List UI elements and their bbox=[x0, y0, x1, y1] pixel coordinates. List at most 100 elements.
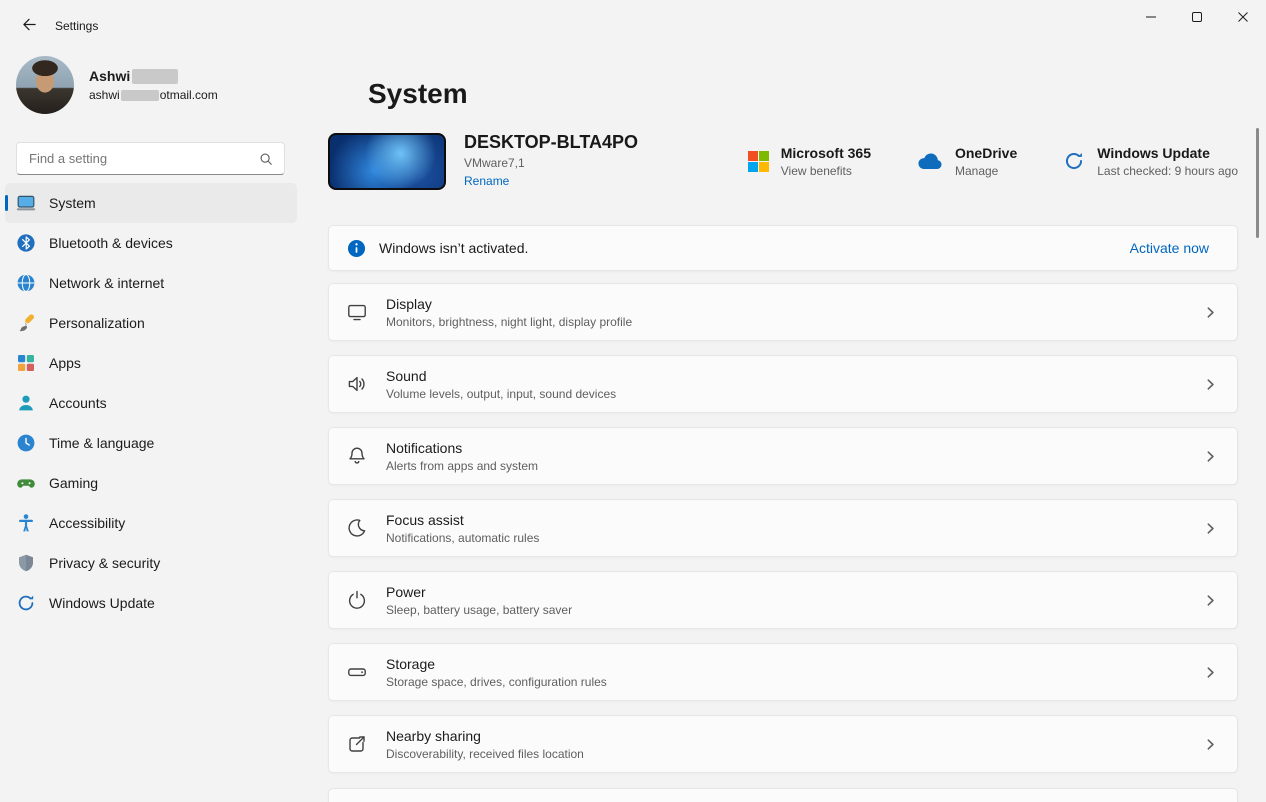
settings-row-notifications[interactable]: Notifications Alerts from apps and syste… bbox=[328, 427, 1238, 485]
chevron-right-icon bbox=[1204, 306, 1217, 319]
quick-link-windows-update[interactable]: Windows Update Last checked: 9 hours ago bbox=[1063, 145, 1238, 178]
info-icon bbox=[347, 239, 366, 258]
row-title: Storage bbox=[386, 655, 436, 672]
sidebar-item-label: Bluetooth & devices bbox=[49, 235, 173, 251]
system-icon bbox=[16, 193, 36, 213]
shield-icon bbox=[16, 553, 36, 573]
activate-now-link[interactable]: Activate now bbox=[1130, 240, 1209, 256]
sidebar-item-windows-update[interactable]: Windows Update bbox=[5, 583, 297, 623]
sidebar-item-network-internet[interactable]: Network & internet bbox=[5, 263, 297, 303]
sidebar-item-bluetooth-devices[interactable]: Bluetooth & devices bbox=[5, 223, 297, 263]
globe-icon bbox=[16, 273, 36, 293]
device-info: DESKTOP-BLTA4PO VMware7,1 Rename bbox=[464, 132, 638, 190]
sidebar-item-privacy-security[interactable]: Privacy & security bbox=[5, 543, 297, 583]
page-title: System bbox=[368, 78, 468, 109]
quick-link-title: Windows Update bbox=[1097, 144, 1210, 161]
minimize-button[interactable] bbox=[1128, 0, 1174, 34]
settings-row-storage[interactable]: Storage Storage space, drives, configura… bbox=[328, 643, 1238, 701]
clock-globe-icon bbox=[16, 433, 36, 453]
settings-row-power[interactable]: Power Sleep, battery usage, battery save… bbox=[328, 571, 1238, 629]
search-input[interactable] bbox=[17, 151, 259, 166]
back-button[interactable] bbox=[12, 12, 46, 40]
share-icon bbox=[346, 733, 368, 755]
search-box bbox=[16, 142, 285, 175]
window-title: Settings bbox=[55, 19, 99, 33]
sidebar-item-label: System bbox=[49, 195, 96, 211]
quick-link-microsoft-365[interactable]: Microsoft 365 View benefits bbox=[747, 144, 871, 178]
sidebar-item-accessibility[interactable]: Accessibility bbox=[5, 503, 297, 543]
row-subtitle: Storage space, drives, configuration rul… bbox=[386, 674, 607, 689]
close-icon bbox=[1238, 10, 1248, 25]
partially-visible-card bbox=[328, 788, 1238, 802]
row-subtitle: Alerts from apps and system bbox=[386, 458, 539, 473]
microsoft-logo-icon bbox=[747, 150, 769, 172]
sidebar-item-label: Privacy & security bbox=[49, 555, 161, 571]
quick-link-subtitle: Manage bbox=[954, 163, 999, 178]
speaker-icon bbox=[346, 373, 368, 395]
sidebar-item-accounts[interactable]: Accounts bbox=[5, 383, 297, 423]
sidebar-item-label: Network & internet bbox=[49, 275, 165, 291]
quick-link-subtitle: View benefits bbox=[780, 163, 852, 178]
row-subtitle: Monitors, brightness, night light, displ… bbox=[386, 314, 633, 329]
sidebar-item-apps[interactable]: Apps bbox=[5, 343, 297, 383]
rename-link[interactable]: Rename bbox=[464, 174, 509, 188]
user-name: Ashwi bbox=[89, 68, 131, 84]
scrollbar-thumb[interactable] bbox=[1256, 128, 1259, 238]
sidebar-item-system[interactable]: System bbox=[5, 183, 297, 223]
activation-banner: Windows isn’t activated. Activate now bbox=[328, 225, 1238, 271]
close-button[interactable] bbox=[1220, 0, 1266, 34]
quick-link-onedrive[interactable]: OneDrive Manage bbox=[917, 145, 1017, 178]
storage-drive-icon bbox=[346, 661, 368, 683]
row-subtitle: Discoverability, received files location bbox=[386, 746, 584, 761]
settings-row-nearby-sharing[interactable]: Nearby sharing Discoverability, received… bbox=[328, 715, 1238, 773]
minimize-icon bbox=[1146, 10, 1156, 25]
sidebar-item-personalization[interactable]: Personalization bbox=[5, 303, 297, 343]
sidebar-item-time-language[interactable]: Time & language bbox=[5, 423, 297, 463]
quick-link-subtitle: Last checked: 9 hours ago bbox=[1097, 163, 1238, 178]
device-header: DESKTOP-BLTA4PO VMware7,1 Rename Microso… bbox=[328, 131, 1238, 191]
quick-link-title: Microsoft 365 bbox=[780, 144, 871, 161]
update-arrows-icon bbox=[1063, 150, 1085, 172]
back-arrow-icon bbox=[22, 17, 37, 35]
chevron-right-icon bbox=[1204, 738, 1217, 751]
device-name: DESKTOP-BLTA4PO bbox=[464, 132, 639, 152]
user-text: Ashwi ashwi otmail.com bbox=[89, 68, 218, 102]
sidebar-item-gaming[interactable]: Gaming bbox=[5, 463, 297, 503]
game-controller-icon bbox=[16, 473, 36, 493]
row-title: Display bbox=[386, 295, 432, 312]
paintbrush-icon bbox=[16, 313, 36, 333]
settings-list: Display Monitors, brightness, night ligh… bbox=[328, 283, 1238, 787]
person-icon bbox=[16, 393, 36, 413]
update-arrows-icon bbox=[16, 593, 36, 613]
chevron-right-icon bbox=[1204, 522, 1217, 535]
row-title: Sound bbox=[386, 367, 427, 384]
onedrive-cloud-icon bbox=[917, 152, 943, 170]
user-profile[interactable]: Ashwi ashwi otmail.com bbox=[16, 56, 218, 114]
row-title: Nearby sharing bbox=[386, 727, 481, 744]
device-model: VMware7,1 bbox=[464, 156, 525, 170]
quick-links: Microsoft 365 View benefits OneDrive Man… bbox=[747, 144, 1238, 178]
settings-row-display[interactable]: Display Monitors, brightness, night ligh… bbox=[328, 283, 1238, 341]
sidebar-item-label: Personalization bbox=[49, 315, 145, 331]
row-title: Power bbox=[386, 583, 426, 600]
maximize-button[interactable] bbox=[1174, 0, 1220, 34]
accessibility-person-icon bbox=[16, 513, 36, 533]
avatar bbox=[16, 56, 74, 114]
sidebar-item-label: Accessibility bbox=[49, 515, 126, 531]
sidebar-item-label: Windows Update bbox=[49, 595, 155, 611]
device-wallpaper-thumbnail bbox=[328, 132, 446, 190]
sidebar-item-label: Gaming bbox=[49, 475, 99, 491]
apps-grid-icon bbox=[16, 353, 36, 373]
sidebar-item-label: Accounts bbox=[49, 395, 107, 411]
sidebar-item-label: Time & language bbox=[49, 435, 155, 451]
row-title: Focus assist bbox=[386, 511, 464, 528]
user-email-end: otmail.com bbox=[159, 88, 218, 102]
sidebar-nav: System Bluetooth & devices Network & int… bbox=[5, 183, 297, 623]
chevron-right-icon bbox=[1204, 666, 1217, 679]
redaction-block bbox=[132, 68, 179, 84]
settings-row-focus-assist[interactable]: Focus assist Notifications, automatic ru… bbox=[328, 499, 1238, 557]
bell-icon bbox=[346, 445, 368, 467]
settings-row-sound[interactable]: Sound Volume levels, output, input, soun… bbox=[328, 355, 1238, 413]
activation-message: Windows isn’t activated. bbox=[379, 240, 529, 256]
maximize-icon bbox=[1192, 10, 1202, 25]
